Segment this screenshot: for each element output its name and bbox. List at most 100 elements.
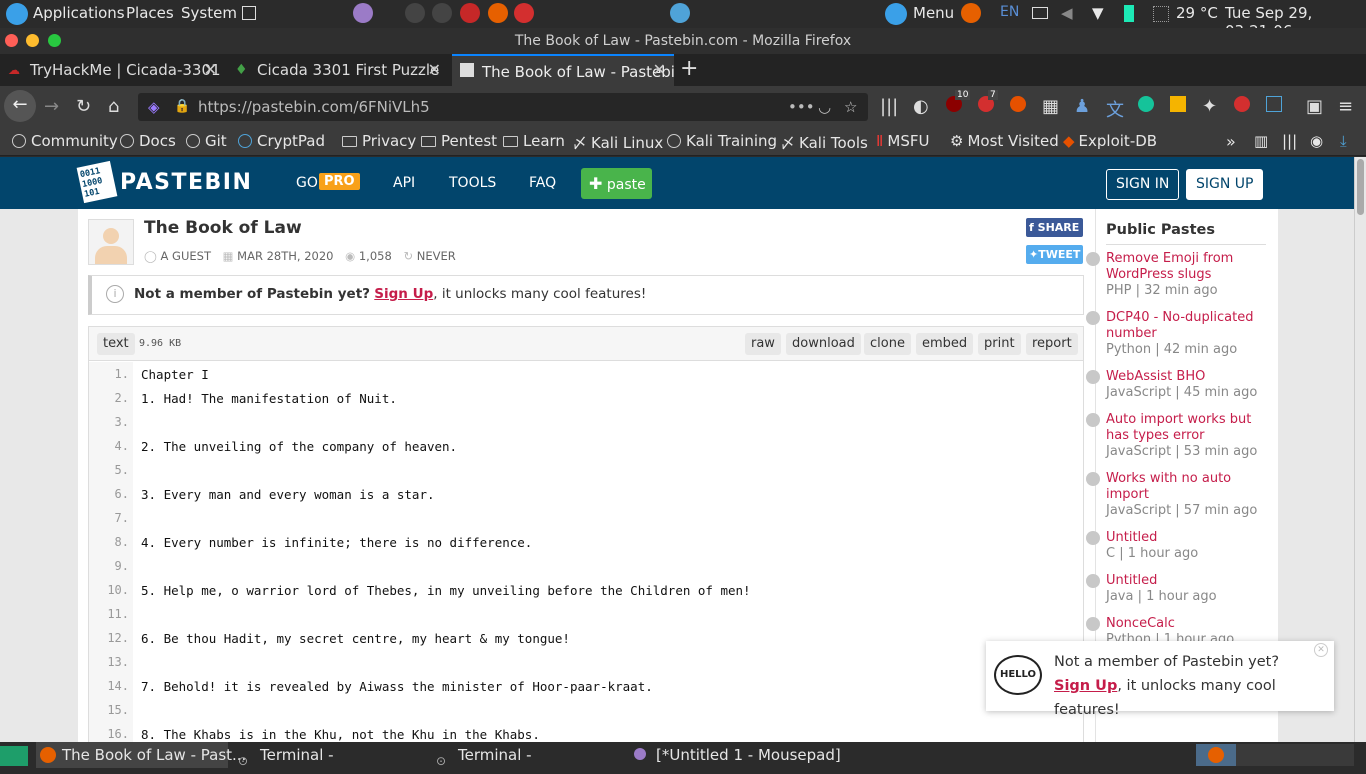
tab-tryhackme[interactable]: ☁ TryHackMe | Cicada-3301 ✕ [0,54,225,86]
popup-close-icon[interactable]: ✕ [1314,643,1328,657]
public-paste-item[interactable]: DCP40 - No-duplicated number Python | 42 … [1086,310,1266,358]
raw-button[interactable]: raw [745,333,781,355]
bookmark-community[interactable]: Community [12,132,118,150]
wifi-icon[interactable]: ▼ [1092,4,1104,22]
nav-api[interactable]: API [393,175,415,191]
text-editor-launcher-icon[interactable] [353,3,373,23]
downloads-icon[interactable]: ⤓ [1340,132,1347,150]
sign-in-button[interactable]: SIGN IN [1106,169,1180,200]
twitter-tweet-button[interactable]: ✦TWEET [1026,245,1083,264]
library-icon[interactable]: ||| [880,96,898,117]
terminal-launcher-icon[interactable] [405,3,425,23]
extensions-puzzle-icon[interactable]: ▣ [1306,96,1323,117]
app-launcher-icon[interactable] [514,3,534,23]
bookmark-most-visited[interactable]: ⚙ Most Visited [950,132,1059,150]
new-tab-icon[interactable]: + [680,56,698,81]
close-tab-icon[interactable]: ✕ [204,54,217,86]
tab-cicada-puzzle[interactable]: ♦ Cicada 3301 First Puzzle ✕ [227,54,449,86]
nav-go[interactable]: GO [296,175,318,191]
show-desktop-button[interactable] [0,746,28,766]
terminal-root-launcher-icon[interactable] [460,3,480,23]
close-window-button[interactable] [5,34,18,47]
pastebin-logo-text[interactable]: PASTEBIN [120,170,252,195]
bookmark-folder-learn[interactable]: Learn [503,132,565,150]
new-paste-button[interactable]: ✚ paste [581,168,652,199]
bookmark-folder-privacy[interactable]: Privacy [342,132,416,150]
hamburger-menu-icon[interactable]: ≡ [1338,96,1353,117]
public-paste-item[interactable]: Works with no auto import JavaScript | 57… [1086,471,1266,519]
temperature[interactable]: 29 °C [1176,4,1218,22]
minimize-window-button[interactable] [26,34,39,47]
extension-fox-icon[interactable] [1010,96,1026,112]
sign-up-button[interactable]: SIGN UP [1186,169,1264,200]
keyboard-layout[interactable]: EN [1000,4,1019,20]
bookmark-kali-training[interactable]: Kali Training [667,132,777,150]
tab-book-of-law[interactable]: The Book of Law - Pastebin ✕ [452,54,674,86]
bookmark-msfu[interactable]: Ⅱ MSFU [876,132,929,150]
applications-menu[interactable]: Applications [33,4,125,22]
display-icon[interactable] [1032,7,1048,19]
bookmark-cryptpad[interactable]: CryptPad [238,132,325,150]
taskbar-item-firefox[interactable]: The Book of Law - Past... [36,742,246,768]
system-menu[interactable]: System [181,4,237,22]
firefox-tray-icon[interactable] [961,3,981,23]
syntax-badge[interactable]: text [97,333,135,355]
extension-s-icon[interactable] [1234,96,1250,112]
maximize-window-button[interactable] [48,34,61,47]
bookmark-exploit-db[interactable]: ◆ Exploit-DB [1063,132,1157,150]
grammarly-icon[interactable] [1138,96,1154,112]
bookmark-star-icon[interactable]: ☆ [844,93,857,121]
tracking-protection-icon[interactable]: ◈ [148,93,160,121]
public-paste-item[interactable]: Untitled C | 1 hour ago [1086,530,1266,562]
download-button[interactable]: download [786,333,861,355]
firefox-launcher-icon[interactable] [488,3,508,23]
cookie-icon[interactable]: ◉ [1310,132,1323,150]
forward-icon[interactable]: → [44,96,59,117]
home-icon[interactable]: ⌂ [108,96,119,117]
extension-grid-icon[interactable]: ▦ [1042,96,1059,117]
scrollbar-thumb[interactable] [1357,159,1364,215]
reload-icon[interactable]: ↻ [76,96,91,117]
avatar[interactable] [88,219,134,265]
clone-button[interactable]: clone [864,333,911,355]
facebook-share-button[interactable]: f SHARE [1026,218,1083,237]
translate-icon[interactable]: 文 [1106,96,1124,122]
battery-icon[interactable] [1124,5,1134,22]
lock-icon[interactable]: 🔒 [174,93,190,121]
extension-n-icon[interactable] [1266,96,1282,112]
volume-icon[interactable]: ◀ [1061,4,1073,22]
popup-sign-up-link[interactable]: Sign Up [1054,678,1117,694]
more-bookmarks-icon[interactable]: » [1226,132,1236,151]
terminal-launcher-icon-2[interactable] [432,3,452,23]
page-actions-icon[interactable]: ••• [788,93,815,121]
bookmark-folder-pentest[interactable]: Pentest [421,132,497,150]
places-menu[interactable]: Places [126,4,174,22]
workspace-switcher-empty[interactable] [1236,744,1354,766]
container-icon[interactable]: ||| [1282,132,1297,150]
sidebar-icon[interactable]: ▥ [1254,132,1268,150]
page-scrollbar[interactable] [1354,157,1366,742]
extension-icon[interactable]: ◐ [913,96,929,117]
extension-terminal-icon[interactable] [1170,96,1186,112]
pro-badge[interactable]: PRO [319,173,360,190]
sign-up-link[interactable]: Sign Up [374,286,433,302]
nav-faq[interactable]: FAQ [529,175,556,191]
pastebin-logo-icon[interactable]: 0011 1000 101 [76,160,118,204]
show-desktop-icon[interactable] [242,6,256,20]
url-bar[interactable]: ◈ 🔒 https://pastebin.com/6FNiVLh5 ••• ◡ … [138,93,868,121]
taskbar-item-terminal-2[interactable]: ⊙ Terminal - [434,742,532,768]
close-tab-icon[interactable]: ✕ [428,54,441,86]
public-paste-item[interactable]: Untitled Java | 1 hour ago [1086,573,1266,605]
bookmark-kali-tools[interactable]: 〆 Kali Tools [780,132,868,153]
bookmark-docs[interactable]: Docs [120,132,176,150]
public-paste-item[interactable]: Remove Emoji from WordPress slugs PHP | 3… [1086,251,1266,299]
notes-launcher-icon[interactable] [670,3,690,23]
back-icon[interactable]: ← [4,90,36,122]
paste-author[interactable]: A GUEST [161,249,211,263]
report-button[interactable]: report [1026,333,1078,355]
menu-dragon-icon[interactable] [885,3,907,25]
bookmark-git[interactable]: Git [186,132,227,150]
extension-bird-icon[interactable]: ✦ [1202,96,1217,117]
taskbar-item-mousepad[interactable]: [*Untitled 1 - Mousepad] [632,742,841,768]
print-button[interactable]: print [978,333,1021,355]
